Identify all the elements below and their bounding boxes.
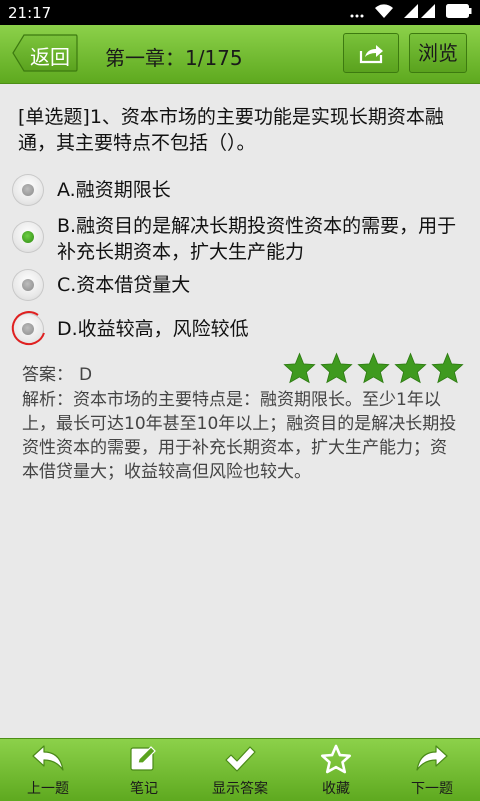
star-outline-icon [321, 744, 351, 774]
answer-row: 答案： D [22, 360, 92, 385]
tab-label: 笔记 [130, 781, 158, 797]
star-filled-icon [357, 352, 390, 384]
bottom-nav: 上一题 笔记 显示答案 收藏 下一题 [0, 738, 480, 801]
star-filled-icon [320, 352, 353, 384]
difficulty-rating [283, 352, 464, 384]
prev-question-button[interactable]: 上一题 [0, 739, 96, 801]
share-icon [359, 45, 383, 64]
checkmark-icon [225, 746, 256, 772]
back-button-label: 返回 [30, 45, 70, 69]
option-label: C.资本借贷量大 [57, 274, 191, 296]
status-bar: 21:17 [0, 0, 480, 25]
analysis-text: 解析：资本市场的主要特点是：融资期限长。至少1年以上，最长可达10年甚至10年以… [22, 390, 457, 482]
star-filled-icon [283, 352, 316, 384]
show-answer-button[interactable]: 显示答案 [192, 739, 288, 801]
status-time: 21:17 [8, 4, 52, 22]
favorite-button[interactable]: 收藏 [288, 739, 384, 801]
star-filled-icon [394, 352, 427, 384]
cell-signal-icon [404, 4, 435, 18]
option-label: B.融资目的是解决长期投资性资本的需要，用于补充长期资本，扩大生产能力 [57, 215, 457, 263]
edit-note-icon [130, 746, 156, 771]
battery-icon [446, 4, 472, 18]
redo-arrow-icon [416, 745, 448, 771]
signal-bars-icon [350, 14, 364, 18]
title-bar: 返回 第一章：1/175 浏览 [0, 25, 480, 84]
tab-label: 下一题 [411, 781, 453, 797]
tab-label: 收藏 [322, 781, 350, 797]
tab-label: 显示答案 [212, 781, 268, 797]
star-filled-icon [431, 352, 464, 384]
share-button[interactable] [343, 33, 399, 73]
wifi-icon [375, 4, 393, 18]
next-question-button[interactable]: 下一题 [384, 739, 480, 801]
option-label: D.收益较高，风险较低 [57, 318, 249, 340]
undo-arrow-icon [32, 745, 64, 771]
option-label: A.融资期限长 [57, 179, 171, 201]
answer-value: D [79, 365, 93, 385]
back-button[interactable]: 返回 [12, 34, 78, 72]
radio-button-selected[interactable] [12, 221, 44, 253]
tab-label: 上一题 [27, 781, 69, 797]
answer-label: 答案： [22, 365, 73, 385]
notes-button[interactable]: 笔记 [96, 739, 192, 801]
browse-button[interactable]: 浏览 [409, 33, 467, 73]
status-icons [350, 3, 472, 19]
radio-button[interactable] [12, 269, 44, 301]
radio-button[interactable] [12, 174, 44, 206]
question-text: [单选题]1、资本市场的主要功能是实现长期资本融通，其主要特点不包括（）。 [18, 106, 444, 154]
chapter-progress: 第一章：1/175 [105, 46, 243, 70]
highlight-circle-icon [11, 311, 45, 346]
